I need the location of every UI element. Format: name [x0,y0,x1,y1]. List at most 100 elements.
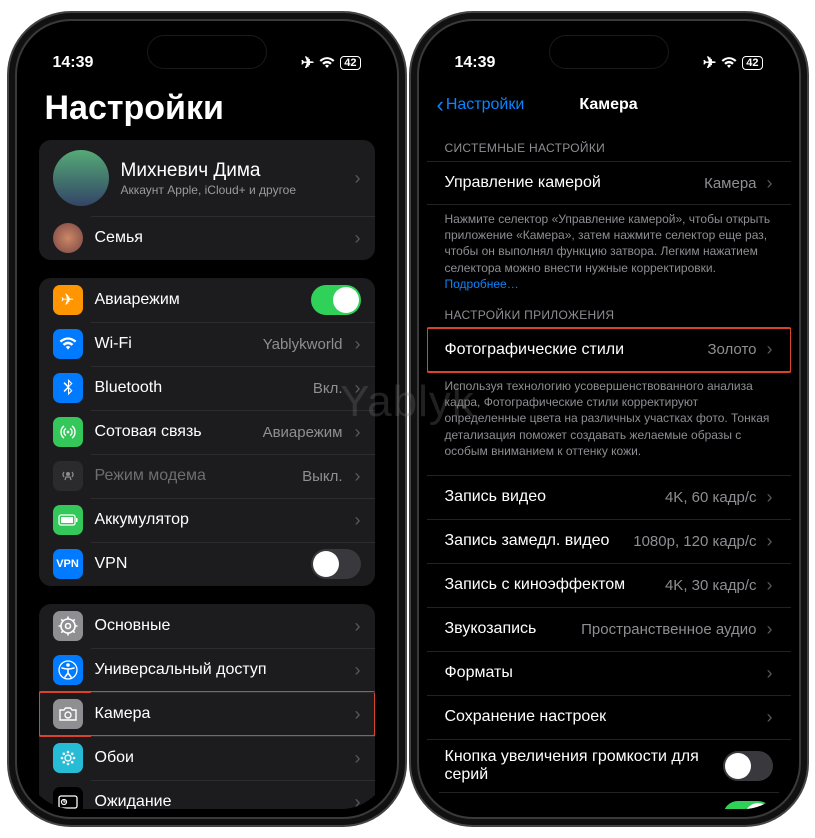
row-detail: Вкл. [313,380,343,397]
airplane-icon: ✈︎ [301,53,314,73]
slomo-row[interactable]: Запись замедл. видео1080p, 120 кадр/с› [427,519,791,563]
row-label: Bluetooth [95,378,301,397]
bluetooth-icon [53,373,83,403]
standby-row[interactable]: Ожидание › [39,780,375,809]
row-label: Сотовая связь [95,422,251,441]
chevron-right-icon: › [355,228,361,249]
chevron-right-icon: › [355,510,361,531]
bluetooth-row[interactable]: Bluetooth Вкл. › [39,366,375,410]
chevron-right-icon: › [355,334,361,355]
chevron-right-icon: › [355,704,361,725]
row-detail: 4K, 30 кадр/с [665,577,757,594]
row-detail: Пространственное аудио [581,621,756,638]
formats-row[interactable]: Форматы › [427,651,791,695]
back-button[interactable]: ‹ Настройки [437,92,525,118]
row-label: Звукозапись [445,620,572,638]
row-label: VPN [95,554,299,573]
apple-id-row[interactable]: Михневич Дима Аккаунт Apple, iCloud+ и д… [39,140,375,216]
battery-icon: 42 [742,56,762,70]
airplane-toggle[interactable] [311,285,361,315]
vpn-toggle[interactable] [311,549,361,579]
back-label: Настройки [446,96,524,114]
section-system: СИСТЕМНЫЕ НАСТРОЙКИ [427,127,791,161]
row-detail: Yablykworld [263,336,343,353]
profile-group: Михневич Дима Аккаунт Apple, iCloud+ и д… [39,140,375,260]
chevron-left-icon: ‹ [437,92,444,118]
battery-icon: 42 [340,56,360,70]
chevron-right-icon: › [767,487,773,508]
family-label: Семья [95,228,343,247]
general-row[interactable]: Основные › [39,604,375,648]
row-detail: Авиарежим [263,424,343,441]
row-label: Форматы [445,664,757,682]
connectivity-group: ✈︎ Авиарежим Wi-Fi Yablykworld › Bluetooth Вкл… [39,278,375,586]
chevron-right-icon: › [355,748,361,769]
vpn-icon: VPN [53,549,83,579]
camera-icon [53,699,83,729]
airplane-row[interactable]: ✈︎ Авиарежим [39,278,375,322]
airplane-icon: ✈︎ [703,53,716,73]
row-label: Основные [95,616,343,635]
row-label: Запись замедл. видео [445,532,624,550]
row-label: Кнопка увеличения громкости для серий [445,748,713,784]
cellular-row[interactable]: Сотовая связьАвиарежим› [39,410,375,454]
dynamic-island [549,35,669,69]
wallpaper-icon [53,743,83,773]
camera-row[interactable]: Камера› [39,692,375,736]
volumeburst-toggle[interactable] [723,751,773,781]
general-icon [53,611,83,641]
chevron-right-icon: › [767,663,773,684]
general-group: Основные›Универсальный доступ›Камера›Обо… [39,604,375,809]
row-detail: 1080p, 120 кадр/с [633,533,756,550]
row-label: Обои [95,748,343,767]
row-label: Запись видео [445,488,655,506]
row-label: Wi-Fi [95,334,251,353]
row-label: Аккумулятор [95,510,343,529]
standby-icon [53,787,83,809]
row-label: Фотографические стили [445,341,698,359]
avatar [53,150,109,206]
preserve-row[interactable]: Сохранение настроек › [427,695,791,739]
chevron-right-icon: › [355,792,361,810]
hotspot-row[interactable]: Режим модемаВыкл.› [39,454,375,498]
chevron-right-icon: › [355,378,361,399]
volumeburst-row[interactable]: Кнопка увеличения громкости для серий [427,739,791,792]
battery-row[interactable]: Аккумулятор › [39,498,375,542]
chevron-right-icon: › [767,707,773,728]
section-app: НАСТРОЙКИ ПРИЛОЖЕНИЯ [427,294,791,328]
airplane-icon: ✈︎ [53,285,83,315]
qr-toggle[interactable] [723,801,773,809]
row-label: Сохранение настроек [445,708,757,726]
camera-control-row[interactable]: Управление камерой Камера › [427,161,791,205]
accessibility-row[interactable]: Универсальный доступ› [39,648,375,692]
photo-styles-row[interactable]: Фотографические стили Золото › [427,328,791,372]
row-label: Авиарежим [95,290,299,309]
row-label: Ожидание [95,792,343,809]
chevron-right-icon: › [355,660,361,681]
nav-title: Камера [579,96,637,114]
status-time: 14:39 [53,54,94,72]
cinematic-row[interactable]: Запись с киноэффектом4K, 30 кадр/с› [427,563,791,607]
vpn-row[interactable]: VPN VPN [39,542,375,586]
learn-more-link[interactable]: Подробнее… [445,277,519,291]
cellular-icon [53,417,83,447]
family-row[interactable]: Семья › [39,216,375,260]
row-label: Управление камерой [445,174,695,192]
chevron-right-icon: › [355,466,361,487]
row-detail: 4K, 60 кадр/с [665,489,757,506]
row-label: Режим модема [95,466,291,485]
wifi-row[interactable]: Wi-Fi Yablykworld › [39,322,375,366]
wifi-icon [53,329,83,359]
phone-left: 14:39 ✈︎ 42 Настройки Михневич Дима Акка… [15,19,399,819]
row-detail: Золото [707,341,756,358]
row-detail: Камера [704,175,756,192]
chevron-right-icon: › [355,616,361,637]
qr-row[interactable]: Сканирование QR-кодов [427,792,791,809]
chevron-right-icon: › [355,168,361,189]
accessibility-icon [53,655,83,685]
phone-right: 14:39 ✈︎ 42 ‹ Настройки Камера СИСТЕМНЫЕ… [417,19,801,819]
audio-row[interactable]: ЗвукозаписьПространственное аудио› [427,607,791,651]
video-row[interactable]: Запись видео 4K, 60 кадр/с › [427,475,791,519]
wallpaper-row[interactable]: Обои › [39,736,375,780]
chevron-right-icon: › [767,339,773,360]
